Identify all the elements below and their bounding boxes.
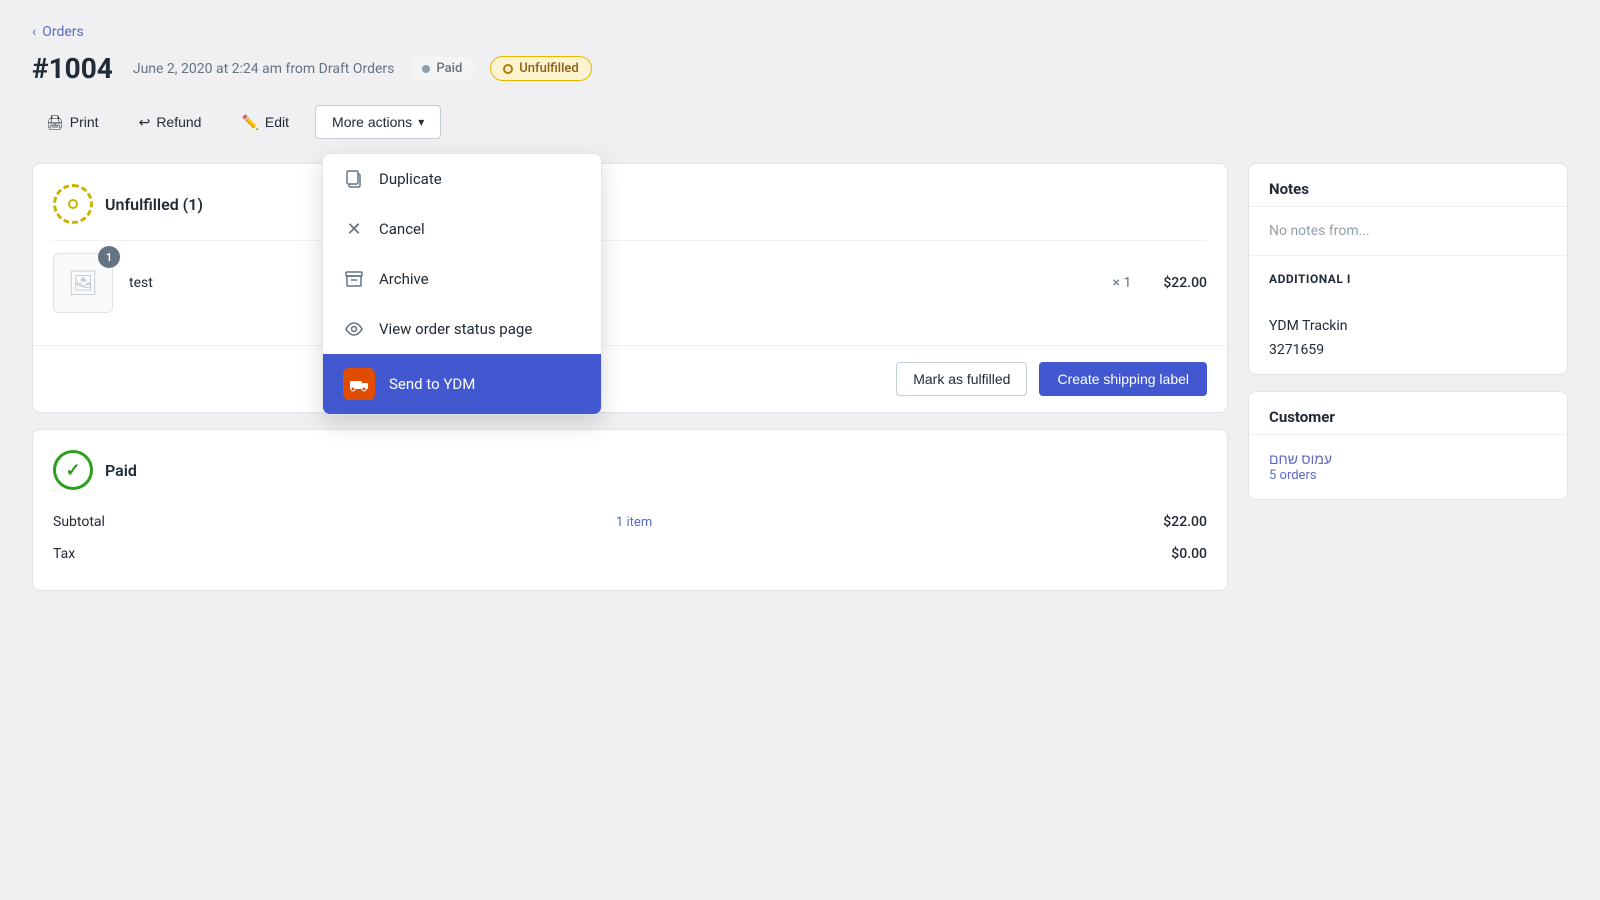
subtotal-label: Subtotal bbox=[53, 514, 105, 530]
edit-button[interactable]: ✏️ Edit bbox=[227, 106, 303, 139]
notes-card: Notes No notes from... ADDITIONAL I YDM … bbox=[1248, 163, 1568, 375]
more-actions-button[interactable]: More actions ▾ bbox=[315, 105, 441, 139]
cancel-icon: ✕ bbox=[343, 218, 365, 240]
duplicate-icon bbox=[343, 168, 365, 190]
unfulfilled-card: Unfulfilled (1) 🖼 1 test × 1 $22.00 bbox=[32, 163, 1228, 413]
notes-body: No notes from... bbox=[1249, 207, 1567, 255]
main-layout: Unfulfilled (1) 🖼 1 test × 1 $22.00 bbox=[32, 163, 1568, 591]
subtotal-row: Subtotal 1 item $22.00 bbox=[53, 506, 1207, 538]
mark-fulfilled-button[interactable]: Mark as fulfilled bbox=[896, 362, 1027, 396]
product-quantity-badge: 1 bbox=[98, 246, 120, 268]
product-thumbnail: 🖼 1 bbox=[53, 253, 113, 313]
unfulfilled-title: Unfulfilled (1) bbox=[105, 195, 203, 214]
paid-section-header: ✓ Paid bbox=[53, 450, 1207, 490]
unfulfilled-icon-inner bbox=[68, 199, 78, 209]
create-shipping-label-button[interactable]: Create shipping label bbox=[1039, 362, 1207, 396]
notes-placeholder: No notes from... bbox=[1269, 223, 1370, 239]
paid-status-icon: ✓ bbox=[53, 450, 93, 490]
paid-card: ✓ Paid Subtotal 1 item $22.00 Tax $0.00 bbox=[32, 429, 1228, 591]
chevron-down-icon: ▾ bbox=[418, 115, 424, 129]
paid-badge: Paid bbox=[410, 57, 474, 80]
back-to-orders[interactable]: ‹ Orders bbox=[32, 24, 84, 40]
back-arrow-icon: ‹ bbox=[32, 24, 36, 40]
product-qty-x: × 1 bbox=[1113, 275, 1132, 291]
customer-body: עמוס שחם 5 orders bbox=[1249, 435, 1567, 499]
refund-button[interactable]: ↩ Refund bbox=[125, 106, 216, 139]
customer-name-link[interactable]: עמוס שחם bbox=[1269, 451, 1547, 468]
customer-orders[interactable]: 5 orders bbox=[1269, 468, 1547, 483]
unfulfilled-card-body: Unfulfilled (1) 🖼 1 test × 1 $22.00 bbox=[33, 164, 1227, 345]
more-actions-dropdown: Duplicate ✕ Cancel Archive bbox=[322, 153, 602, 415]
unfulfilled-section-header: Unfulfilled (1) bbox=[53, 184, 1207, 224]
notes-title: Notes bbox=[1249, 164, 1567, 207]
back-label: Orders bbox=[42, 24, 84, 40]
tracking-value: 3271659 bbox=[1269, 342, 1324, 358]
refund-icon: ↩ bbox=[139, 114, 151, 131]
unfulfilled-card-footer: Mark as fulfilled Create shipping label bbox=[33, 345, 1227, 412]
dropdown-item-view-status[interactable]: View order status page bbox=[323, 304, 601, 354]
toolbar: 🖨 Print ↩ Refund ✏️ Edit More actions ▾ bbox=[32, 105, 1568, 139]
unfulfilled-dot-icon bbox=[503, 64, 513, 74]
unfulfilled-status-icon bbox=[53, 184, 93, 224]
print-icon: 🖨 bbox=[46, 114, 64, 131]
unfulfilled-badge: Unfulfilled bbox=[490, 56, 591, 81]
ydm-icon bbox=[343, 368, 375, 400]
paid-dot-icon bbox=[422, 65, 430, 73]
page-header: #1004 June 2, 2020 at 2:24 am from Draft… bbox=[32, 52, 1568, 85]
customer-card: Customer עמוס שחם 5 orders bbox=[1248, 391, 1568, 500]
tax-value: $0.00 bbox=[1171, 546, 1207, 562]
dropdown-item-duplicate[interactable]: Duplicate bbox=[323, 154, 601, 204]
tracking-label: YDM Trackin bbox=[1269, 318, 1348, 334]
tax-label: Tax bbox=[53, 546, 75, 562]
subtotal-value: $22.00 bbox=[1163, 514, 1207, 530]
customer-title: Customer bbox=[1249, 392, 1567, 435]
edit-icon: ✏️ bbox=[241, 114, 258, 131]
dropdown-item-archive[interactable]: Archive bbox=[323, 254, 601, 304]
product-row: 🖼 1 test × 1 $22.00 bbox=[53, 240, 1207, 325]
subtotal-items-link[interactable]: 1 item bbox=[616, 515, 652, 530]
tracking-row: YDM Trackin bbox=[1269, 310, 1547, 342]
paid-card-body: ✓ Paid Subtotal 1 item $22.00 Tax $0.00 bbox=[33, 430, 1227, 590]
left-column: Unfulfilled (1) 🖼 1 test × 1 $22.00 bbox=[32, 163, 1228, 591]
archive-icon bbox=[343, 268, 365, 290]
paid-title: Paid bbox=[105, 461, 137, 480]
product-image-placeholder-icon: 🖼 bbox=[68, 269, 98, 297]
additional-info-body: YDM Trackin 3271659 bbox=[1249, 294, 1567, 374]
order-meta: June 2, 2020 at 2:24 am from Draft Order… bbox=[133, 61, 395, 77]
dropdown-item-send-ydm[interactable]: Send to YDM bbox=[323, 354, 601, 414]
product-name: test bbox=[129, 275, 1097, 291]
product-price: $22.00 bbox=[1163, 275, 1207, 291]
tax-row: Tax $0.00 bbox=[53, 538, 1207, 570]
right-column: Notes No notes from... ADDITIONAL I YDM … bbox=[1248, 163, 1568, 591]
order-number: #1004 bbox=[32, 52, 113, 85]
eye-icon bbox=[343, 318, 365, 340]
dropdown-item-cancel[interactable]: ✕ Cancel bbox=[323, 204, 601, 254]
checkmark-icon: ✓ bbox=[65, 460, 80, 481]
print-button[interactable]: 🖨 Print bbox=[32, 106, 113, 139]
additional-info-title: ADDITIONAL I bbox=[1249, 255, 1567, 294]
